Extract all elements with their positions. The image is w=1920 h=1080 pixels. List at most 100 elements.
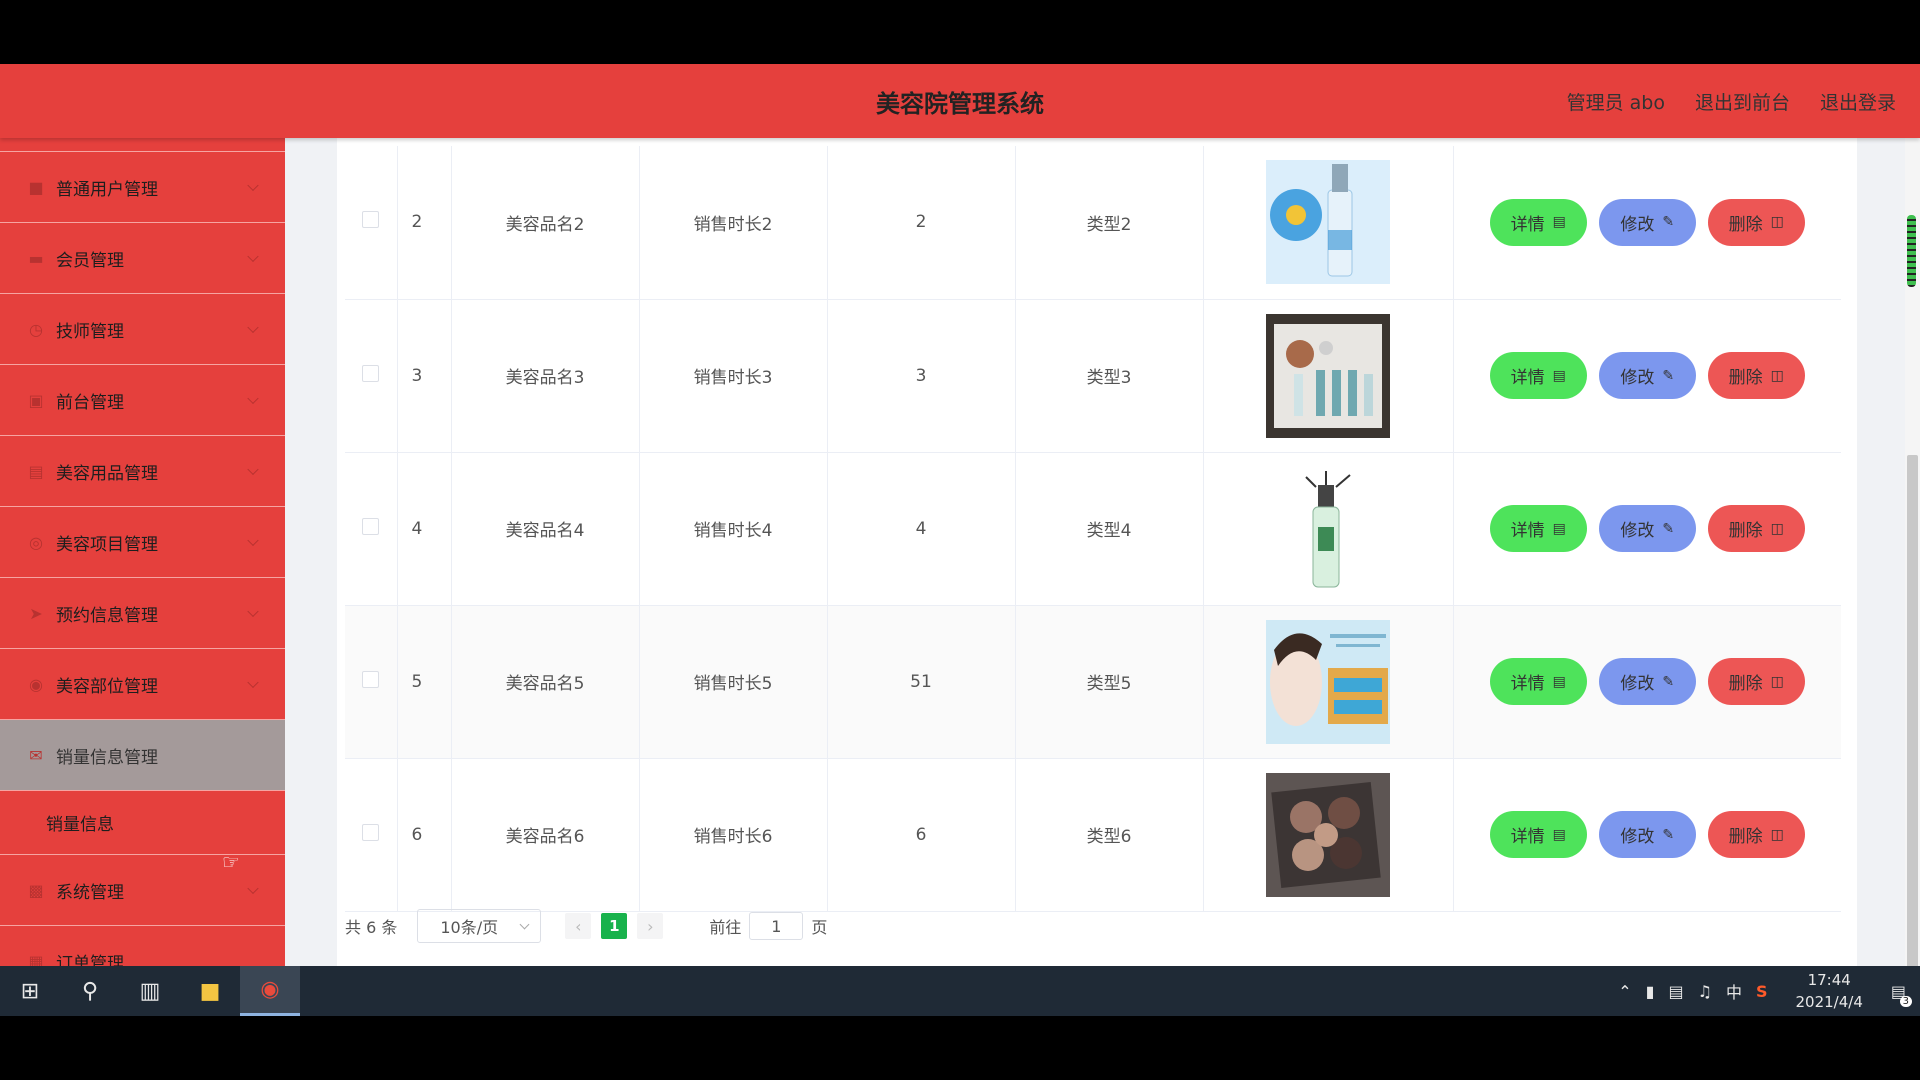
edit-button[interactable]: 修改 ✎ xyxy=(1598,505,1696,552)
sidebar-subitem-sales-info[interactable]: 销量信息 xyxy=(0,791,285,855)
delete-button[interactable]: 删除 ◫ xyxy=(1707,811,1805,858)
chevron-down-icon xyxy=(247,392,259,405)
sidebar-item-bodypart-mgmt[interactable]: ◉ 美容部位管理 xyxy=(0,649,285,720)
detail-button[interactable]: 详情 ▤ xyxy=(1489,505,1587,552)
delete-label: 删除 xyxy=(1728,521,1763,541)
sidebar-item-project-mgmt[interactable]: ◎ 美容项目管理 xyxy=(0,507,285,578)
row-checkbox[interactable] xyxy=(362,670,380,688)
sidebar-item-technician-mgmt[interactable]: ◷ 技师管理 xyxy=(0,294,285,365)
edit-label: 修改 xyxy=(1620,827,1655,847)
product-type: 类型2 xyxy=(1015,146,1204,300)
goto-page-input[interactable]: 1 xyxy=(749,912,804,940)
row-checkbox-cell xyxy=(345,146,398,300)
detail-button[interactable]: 详情 ▤ xyxy=(1489,658,1587,705)
task-view-icon[interactable]: ▥ xyxy=(120,966,180,1016)
actions-cell: 详情 ▤ 修改 ✎ 删除 ◫ xyxy=(1453,605,1841,759)
row-checkbox-cell xyxy=(345,605,398,759)
current-page-button[interactable]: 1 xyxy=(601,913,628,939)
sidebar-item-booking-mgmt[interactable]: ➤ 预约信息管理 xyxy=(0,578,285,649)
user-icon: ■ xyxy=(28,177,44,197)
pencil-icon: ✎ xyxy=(1662,826,1675,843)
row-checkbox[interactable] xyxy=(362,823,380,841)
row-checkbox-cell xyxy=(345,452,398,606)
sidebar-subitem-label: 销量信息 xyxy=(46,815,114,835)
delete-button[interactable]: 删除 ◫ xyxy=(1707,658,1805,705)
detail-button[interactable]: 详情 ▤ xyxy=(1489,811,1587,858)
page-size-select[interactable]: 10条/页 xyxy=(417,909,542,943)
battery-icon[interactable]: ▮ xyxy=(1646,982,1655,1001)
circle-icon: ◉ xyxy=(29,674,43,694)
ime-indicator[interactable]: 中 xyxy=(1726,979,1742,1003)
sidebar-item-label: 前台管理 xyxy=(56,392,124,413)
sogou-ime-icon[interactable]: S xyxy=(1756,982,1768,1001)
sidebar-item-label: 会员管理 xyxy=(56,250,124,271)
search-icon[interactable]: ⚲ xyxy=(60,966,120,1016)
sidebar-item-label: 美容部位管理 xyxy=(56,676,158,697)
table-row: 6 美容品名6 销售时长6 6 类型6 详情 ▤ 修改 ✎ 删除 ◫ xyxy=(345,758,1841,912)
delete-button[interactable]: 删除 ◫ xyxy=(1707,505,1805,552)
sidebar-item-supplies-mgmt[interactable]: ▤ 美容用品管理 xyxy=(0,436,285,507)
browser-viewport: 美容院管理系统 管理员 abo 退出到前台 退出登录 ■ 普通用户管理 ▬ 会员… xyxy=(0,64,1920,1016)
notification-count: 3 xyxy=(1899,995,1912,1007)
windows-start-icon[interactable]: ⊞ xyxy=(0,966,60,1016)
network-icon[interactable]: ▤ xyxy=(1668,982,1683,1001)
delete-button[interactable]: 删除 ◫ xyxy=(1707,198,1805,246)
chevron-down-icon xyxy=(247,534,259,547)
notification-center-icon[interactable]: ▤ 3 xyxy=(1891,982,1912,1007)
product-name: 美容品名5 xyxy=(451,605,640,759)
chrome-icon[interactable]: ◉ xyxy=(240,966,300,1016)
product-name: 美容品名4 xyxy=(451,452,640,606)
clipboard-icon: ▤ xyxy=(28,461,44,481)
system-tray: ⌃ ▮ ▤ ♫ 中 S 17:44 2021/4/4 ▤ 3 xyxy=(1618,966,1920,1016)
scrollbar-thumb[interactable] xyxy=(1907,455,1918,1003)
mail-icon: ✉ xyxy=(29,745,43,765)
trash-icon: ◫ xyxy=(1770,367,1784,384)
page-unit-label: 页 xyxy=(811,918,828,937)
sidebar-item-frontdesk-mgmt[interactable]: ▣ 前台管理 xyxy=(0,365,285,436)
next-page-button[interactable]: › xyxy=(637,913,664,939)
row-checkbox-cell xyxy=(345,758,398,912)
prev-page-button[interactable]: ‹ xyxy=(565,913,592,939)
detail-label: 详情 xyxy=(1510,214,1545,235)
sales-quantity: 3 xyxy=(827,299,1016,453)
logout-link[interactable]: 退出登录 xyxy=(1820,88,1896,115)
detail-button[interactable]: 详情 ▤ xyxy=(1489,198,1587,246)
total-count: 共 6 条 xyxy=(345,918,398,937)
sidebar-item-label: 美容用品管理 xyxy=(56,463,158,484)
sidebar-item-system-mgmt[interactable]: ▩ 系统管理 xyxy=(0,855,285,926)
row-index: 5 xyxy=(397,605,452,759)
edit-button[interactable]: 修改 ✎ xyxy=(1598,352,1696,399)
clear-bottle-image xyxy=(1266,466,1390,591)
detail-button[interactable]: 详情 ▤ xyxy=(1489,352,1587,399)
row-checkbox[interactable] xyxy=(362,364,380,382)
edit-button[interactable]: 修改 ✎ xyxy=(1598,658,1696,705)
sidebar-item-sales-mgmt[interactable]: ✉ 销量信息管理 xyxy=(0,720,285,791)
product-image-cell xyxy=(1203,299,1454,453)
volume-icon[interactable]: ♫ xyxy=(1698,982,1712,1001)
exit-to-front-link[interactable]: 退出到前台 xyxy=(1695,88,1790,115)
edit-button[interactable]: 修改 ✎ xyxy=(1598,198,1696,246)
edit-label: 修改 xyxy=(1620,214,1655,235)
delete-button[interactable]: 删除 ◫ xyxy=(1707,352,1805,399)
document-icon: ▤ xyxy=(1552,367,1566,384)
product-type: 类型3 xyxy=(1015,299,1204,453)
sales-quantity: 6 xyxy=(827,758,1016,912)
edit-button[interactable]: 修改 ✎ xyxy=(1598,811,1696,858)
product-name: 美容品名3 xyxy=(451,299,640,453)
clock[interactable]: 17:44 2021/4/4 xyxy=(1796,969,1863,1013)
delete-label: 删除 xyxy=(1728,214,1763,235)
file-explorer-icon[interactable]: ■ xyxy=(180,966,240,1016)
sidebar-item-user-mgmt[interactable]: ■ 普通用户管理 xyxy=(0,152,285,223)
trash-icon: ◫ xyxy=(1770,826,1784,843)
chevron-down-icon xyxy=(247,179,259,192)
row-checkbox[interactable] xyxy=(362,517,380,535)
pencil-icon: ✎ xyxy=(1662,367,1675,384)
sidebar-item-label: 系统管理 xyxy=(56,882,124,903)
sales-duration: 销售时长2 xyxy=(639,146,828,300)
row-checkbox[interactable] xyxy=(362,211,380,229)
row-index: 3 xyxy=(397,299,452,453)
chevron-up-icon[interactable]: ⌃ xyxy=(1618,982,1631,1001)
document-icon: ▤ xyxy=(1552,520,1566,537)
delete-label: 删除 xyxy=(1728,368,1763,388)
sidebar-item-member-mgmt[interactable]: ▬ 会员管理 xyxy=(0,223,285,294)
